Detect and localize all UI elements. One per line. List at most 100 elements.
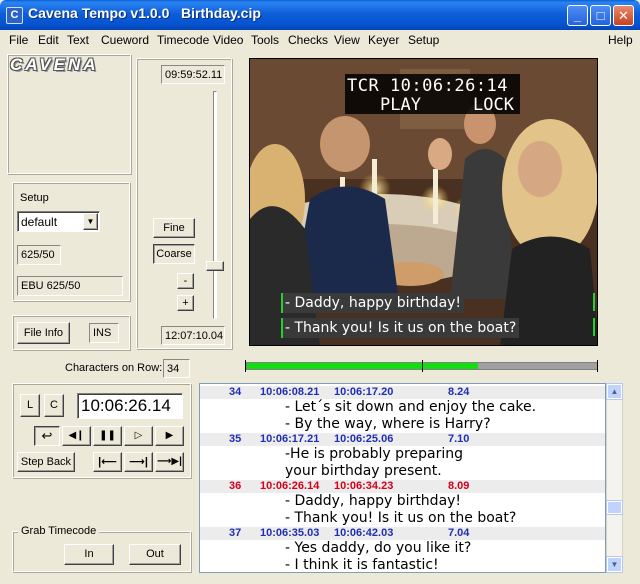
maximize-button[interactable]: □ <box>590 5 611 26</box>
coarse-button[interactable]: Coarse <box>153 244 195 264</box>
cavena-logo: CAVENA <box>10 55 99 74</box>
subtitle-header-row[interactable]: 36 10:06:26.14 10:06:34.23 8.09 <box>200 480 605 493</box>
scroll-down-button[interactable]: ▼ <box>607 557 622 572</box>
jog-slider[interactable] <box>205 91 225 319</box>
grab-in-button[interactable]: In <box>64 544 114 565</box>
scroll-down-icon: ▼ <box>610 560 619 569</box>
subtitle-text-line[interactable]: - Yes daddy, do you like it? <box>200 540 605 557</box>
menu-keyer[interactable]: Keyer <box>368 33 399 47</box>
video-preview[interactable]: TCR 10:06:26:14 PLAY LOCK - Daddy, happy… <box>249 58 598 346</box>
jump-to-end-icon: ⟶| <box>129 456 148 468</box>
subtitle-in-timecode: 10:06:17.21 <box>260 433 320 445</box>
grab-timecode-legend: Grab Timecode <box>18 525 100 537</box>
play-status: PLAY <box>380 95 421 115</box>
subtitle-text-line[interactable]: - Thank you! Is it us on the boat? <box>200 510 605 527</box>
setup-preset-dropdown[interactable]: default ▼ <box>17 211 100 232</box>
subtitle-text-line[interactable]: your birthday present. <box>200 463 605 480</box>
subtitle-duration: 8.09 <box>448 480 470 492</box>
pause-button[interactable]: ❚❚ <box>93 426 122 446</box>
maximize-icon: □ <box>596 8 605 23</box>
chevron-down-icon[interactable]: ▼ <box>83 213 98 230</box>
play-outline-icon: ▷ <box>134 430 143 441</box>
subtitle-header-row[interactable]: 34 10:06:08.21 10:06:17.20 8.24 <box>200 386 605 399</box>
jump-to-start-icon: |⟵ <box>98 456 117 468</box>
setup-legend: Setup <box>17 192 52 204</box>
subtitle-header-row[interactable]: 37 10:06:35.03 10:06:42.03 7.04 <box>200 527 605 540</box>
subtitle-text-line[interactable]: - Let´s sit down and enjoy the cake. <box>200 399 605 416</box>
subtitle-text-line[interactable]: - By the way, where is Harry? <box>200 416 605 433</box>
minimize-button[interactable]: _ <box>567 5 588 26</box>
subtitle-list[interactable]: 34 10:06:08.21 10:06:17.20 8.24- Let´s sit … <box>199 383 606 573</box>
menu-checks[interactable]: Checks <box>288 33 328 47</box>
step-back-button[interactable]: Step Back <box>17 452 75 472</box>
fine-button[interactable]: Fine <box>153 218 195 238</box>
timeline-start-tick <box>245 360 246 372</box>
subtitle-text-line[interactable]: - Daddy, happy birthday! <box>200 493 605 510</box>
subtitle-duration: 7.10 <box>448 433 470 445</box>
menu-cueword[interactable]: Cueword <box>101 33 149 47</box>
play-to-end-button[interactable]: ⟶▶| <box>155 452 184 472</box>
grab-out-button[interactable]: Out <box>129 544 181 565</box>
menu-file[interactable]: File <box>9 33 28 47</box>
menu-view[interactable]: View <box>334 33 360 47</box>
frame-rate-readout: 625/50 <box>17 245 61 265</box>
jog-plus-button[interactable]: + <box>177 295 194 311</box>
standard-readout: EBU 625/50 <box>17 276 123 296</box>
subtitle-out-timecode: 10:06:42.03 <box>334 527 394 539</box>
tcr-overlay: TCR 10:06:26:14 <box>347 76 509 96</box>
subtitle-duration: 8.24 <box>448 386 470 398</box>
loop-back-icon: ↩ <box>41 428 53 443</box>
safe-area-marker-right-2 <box>593 318 595 336</box>
jog-top-time: 09:59:52.11 <box>161 65 225 84</box>
slow-play-button[interactable]: ▷ <box>124 426 153 446</box>
setup-preset-value: default <box>21 215 58 229</box>
menu-help[interactable]: Help <box>608 33 633 47</box>
menu-video[interactable]: Video <box>213 33 243 47</box>
subtitle-number: 36 <box>229 480 242 492</box>
subtitle-text-line[interactable]: -He is probably preparing <box>200 446 605 463</box>
pause-icon: ❚❚ <box>99 430 116 441</box>
scroll-up-icon: ▲ <box>610 387 619 396</box>
menu-setup[interactable]: Setup <box>408 33 439 47</box>
menu-tools[interactable]: Tools <box>251 33 279 47</box>
close-button[interactable]: ✕ <box>613 5 634 26</box>
step-back-icon: ◀❙ <box>68 430 85 441</box>
subtitle-text-line[interactable]: - I think it is fantastic! <box>200 557 605 572</box>
subtitle-header-row[interactable]: 35 10:06:17.21 10:06:25.06 7.10 <box>200 433 605 446</box>
go-to-in-button[interactable]: |⟵ <box>93 452 122 472</box>
jog-slider-thumb[interactable] <box>206 261 224 271</box>
play-button[interactable]: ▶ <box>155 426 184 446</box>
timeline-fill <box>247 363 478 369</box>
app-icon: C <box>6 7 23 24</box>
menu-timecode[interactable]: Timecode <box>157 33 209 47</box>
go-to-out-button[interactable]: ⟶| <box>124 452 153 472</box>
loop-button[interactable]: ↩ <box>34 426 60 446</box>
menu-text[interactable]: Text <box>67 33 89 47</box>
menu-edit[interactable]: Edit <box>38 33 59 47</box>
file-info-button[interactable]: File Info <box>17 322 70 344</box>
play-to-end-icon: ⟶▶| <box>157 456 182 467</box>
video-subtitle-line-2: - Thank you! Is it us on the boat? <box>281 318 520 338</box>
chars-on-row-label: Characters on Row: <box>65 362 163 374</box>
subtitle-in-timecode: 10:06:26.14 <box>260 480 320 492</box>
minimize-icon: _ <box>573 8 582 23</box>
subtitle-out-timecode: 10:06:34.23 <box>334 480 394 492</box>
subtitle-number: 35 <box>229 433 242 445</box>
subtitle-list-scrollbar[interactable]: ▲ ▼ <box>606 383 623 573</box>
l-button[interactable]: L <box>20 394 40 417</box>
play-icon: ▶ <box>165 430 174 441</box>
subtitle-in-timecode: 10:06:08.21 <box>260 386 320 398</box>
lock-status: LOCK <box>473 95 514 115</box>
step-frame-back-button[interactable]: ◀❙ <box>62 426 91 446</box>
scroll-up-button[interactable]: ▲ <box>607 384 622 399</box>
video-subtitle-line-1: - Daddy, happy birthday! <box>281 293 465 313</box>
c-button[interactable]: C <box>44 394 64 417</box>
timeline-end-tick <box>597 360 598 372</box>
scroll-thumb[interactable] <box>607 501 622 514</box>
subtitle-out-timecode: 10:06:25.06 <box>334 433 394 445</box>
timeline-bar[interactable] <box>246 360 598 372</box>
timecode-display[interactable]: 10:06:26.14 <box>77 393 183 419</box>
subtitle-in-timecode: 10:06:35.03 <box>260 527 320 539</box>
timeline-marker <box>422 360 423 372</box>
jog-minus-button[interactable]: - <box>177 273 194 289</box>
